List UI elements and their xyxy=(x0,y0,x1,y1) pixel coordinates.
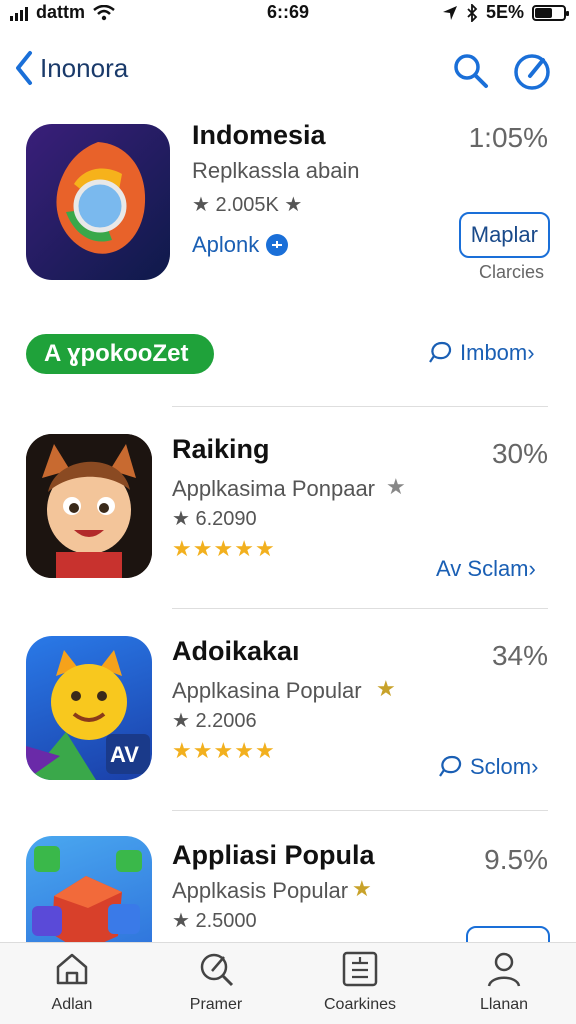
speech-bubble-icon xyxy=(439,755,462,777)
featured-app-link[interactable]: Aplonk xyxy=(192,232,289,258)
tab-label: Pramer xyxy=(189,996,243,1013)
browser-logo-icon xyxy=(56,142,146,254)
star-icon: ★ xyxy=(234,536,255,561)
app-meta: ★ 2.2006 xyxy=(172,710,257,732)
app-link[interactable]: Sclom› xyxy=(436,754,538,780)
app-subtitle: Applkasima Ponpaar xyxy=(172,476,376,501)
app-subtitle: Applkasina Popular xyxy=(172,678,362,703)
app-meta: ★ 6.2090 xyxy=(172,508,257,530)
location-icon xyxy=(442,5,457,20)
star-icon: ★ xyxy=(352,876,372,901)
compose-icon[interactable] xyxy=(512,52,552,92)
nav-bar: Inonora xyxy=(0,40,576,100)
featured-app-icon xyxy=(26,124,170,280)
battery-fill xyxy=(535,7,552,18)
back-button[interactable]: Inonora xyxy=(14,50,128,86)
sun-character-icon: AV xyxy=(26,650,150,780)
app-percent: 9.5% xyxy=(484,844,548,875)
star-icon: ★ xyxy=(376,676,396,701)
battery-percent: 5E% xyxy=(485,2,524,22)
app-link-label: Sclom› xyxy=(470,754,539,779)
featured-app-action-button[interactable]: Maplar xyxy=(458,212,550,258)
bluetooth-icon xyxy=(467,3,478,22)
star-rating: ★★★★★ xyxy=(172,536,276,562)
tab-label: Llanan xyxy=(479,996,529,1013)
star-icon: ★ xyxy=(192,738,214,763)
featured-app-rating: ★ 2.005K ★ xyxy=(192,194,303,216)
svg-text:AV: AV xyxy=(110,742,139,767)
back-label: Inonora xyxy=(40,52,129,83)
search-icon xyxy=(200,953,234,987)
star-icon: ★ xyxy=(192,536,214,561)
app-icon xyxy=(26,836,152,942)
list-item[interactable]: Appliasi Popula Applkasis Popular ★ ★ 2.… xyxy=(0,826,576,942)
tab-search[interactable]: Pramer xyxy=(144,949,288,1014)
star-icon: ★ xyxy=(172,738,193,763)
featured-app[interactable]: Indomesia Replkassla abain ★ 2.005K ★ Ap… xyxy=(0,120,576,300)
app-title: Adoikakaı xyxy=(172,636,300,666)
banner-link-label: Imbom› xyxy=(460,340,535,365)
status-bar: dattm 6::69 5E% xyxy=(0,0,576,28)
list-item[interactable]: Raiking Applkasima Ponpaar ★ ★ 6.2090 ★★… xyxy=(0,420,576,610)
tab-home[interactable]: Adlan xyxy=(0,949,144,1014)
tab-list[interactable]: Coarkines xyxy=(288,949,432,1014)
star-icon: ★ xyxy=(386,474,406,499)
star-icon: ★ xyxy=(213,536,235,561)
app-icon: AV xyxy=(26,636,152,780)
star-icon: ★ xyxy=(172,536,193,561)
divider xyxy=(172,608,548,609)
list-item[interactable]: AV Adoikakaı Applkasina Popular ★ ★ 2.20… xyxy=(0,622,576,812)
star-icon: ★ xyxy=(254,738,276,763)
divider xyxy=(172,810,548,811)
banner-link[interactable]: Imbom› xyxy=(426,340,535,366)
promo-pill[interactable]: A ɣpokooZet xyxy=(26,334,214,374)
star-icon: ★ xyxy=(254,536,276,561)
app-link[interactable]: Av Sclam› xyxy=(436,556,536,582)
app-meta: ★ 2.5000 xyxy=(172,910,257,932)
featured-app-title: Indomesia xyxy=(192,120,326,150)
game-cubes-icon xyxy=(32,846,142,942)
tab-label: Coarkines xyxy=(323,996,397,1013)
battery-icon xyxy=(532,4,569,21)
tab-profile[interactable]: Llanan xyxy=(432,949,576,1014)
star-icon: ★ xyxy=(213,738,235,763)
app-subtitle: Applkasis Popular xyxy=(172,878,349,903)
badge-icon xyxy=(266,234,289,256)
app-action-button[interactable] xyxy=(466,926,550,942)
app-icon xyxy=(26,434,152,578)
divider xyxy=(172,406,548,407)
list-icon xyxy=(342,951,378,987)
tab-label: Adlan xyxy=(51,996,93,1013)
speech-bubble-icon xyxy=(429,341,452,363)
person-icon xyxy=(487,952,521,987)
featured-app-link-label: Aplonk xyxy=(192,232,260,257)
star-icon: ★ xyxy=(234,738,255,763)
cartoon-character-icon xyxy=(26,434,152,578)
app-percent: 34% xyxy=(491,640,548,671)
chevron-left-icon xyxy=(16,51,32,85)
status-right: 5E% xyxy=(442,2,569,23)
search-icon[interactable] xyxy=(452,52,490,90)
app-percent: 30% xyxy=(491,438,548,469)
featured-app-percent: 1:05% xyxy=(468,122,548,153)
app-title: Appliasi Popula xyxy=(172,840,375,870)
featured-app-subtitle: Replkassla abain xyxy=(192,158,360,183)
home-icon xyxy=(56,953,88,985)
star-rating: ★★★★★ xyxy=(172,738,276,764)
featured-app-caption: Clarcies xyxy=(478,262,544,282)
app-title: Raiking xyxy=(172,434,270,464)
tab-bar: Adlan Pramer Coarkines Llanan xyxy=(0,942,576,1024)
